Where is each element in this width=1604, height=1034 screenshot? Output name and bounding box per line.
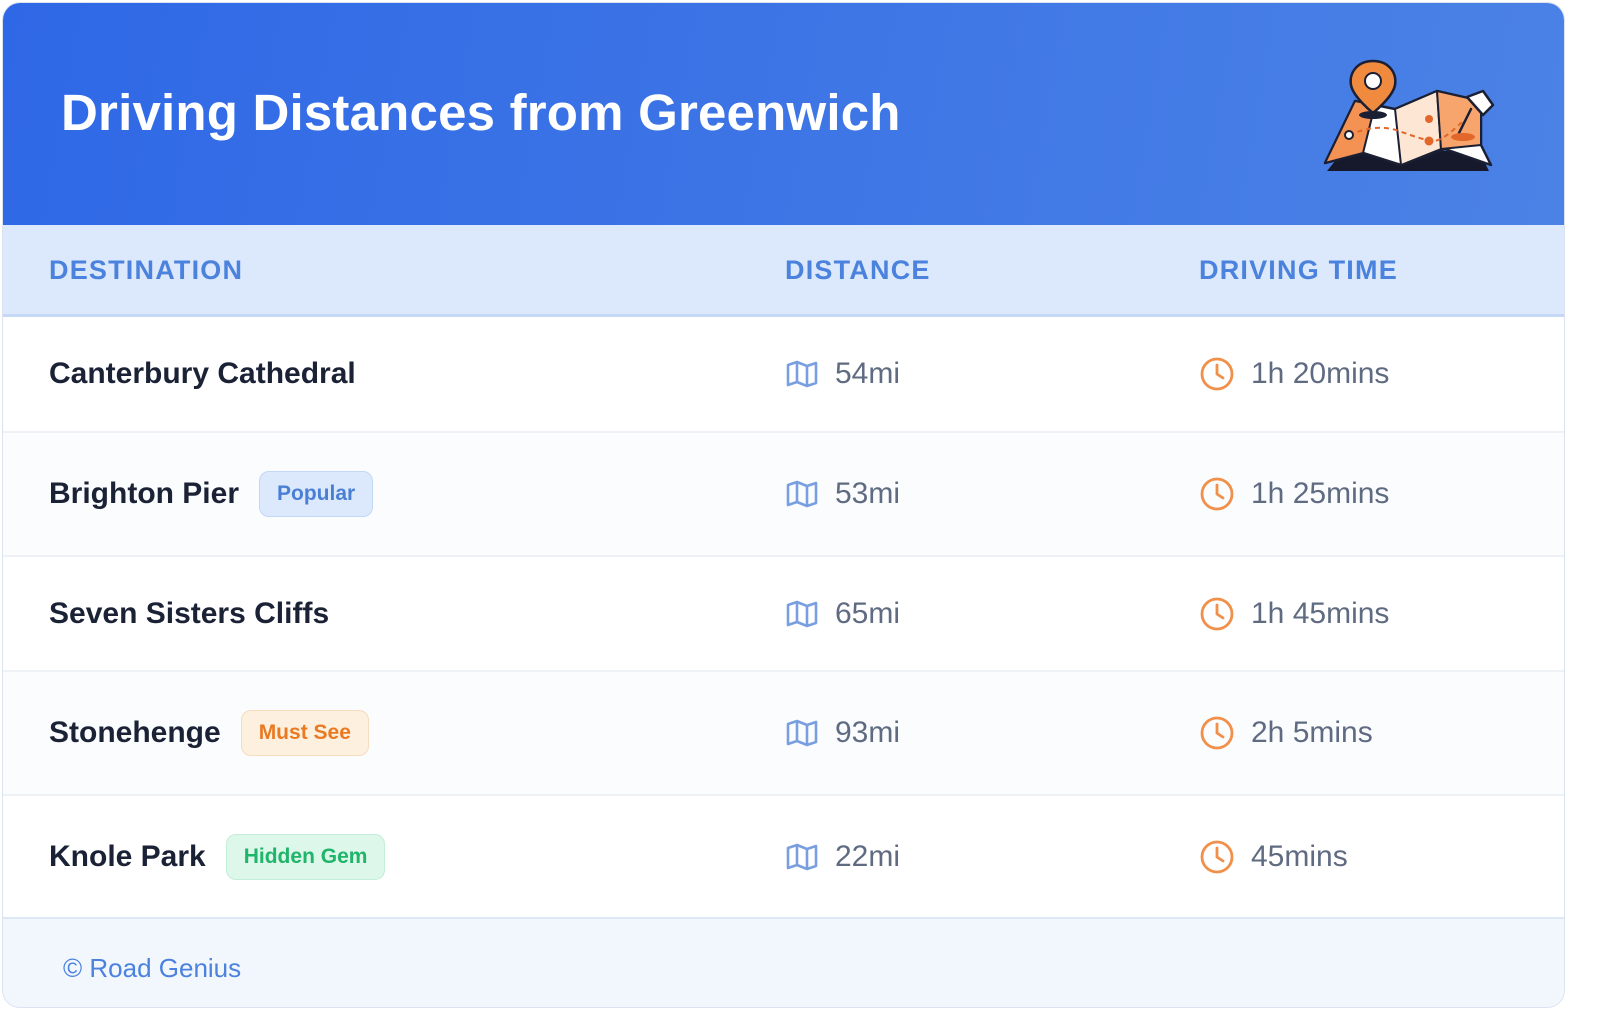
distance-value: 22mi bbox=[835, 839, 901, 873]
destination-name: Knole Park bbox=[49, 839, 206, 873]
map-icon bbox=[785, 479, 819, 509]
table-row: Canterbury Cathedral 54mi 1h 20mins bbox=[3, 317, 1564, 433]
time-value: 1h 45mins bbox=[1251, 596, 1390, 630]
time-value: 1h 25mins bbox=[1251, 477, 1390, 510]
map-icon bbox=[785, 842, 819, 872]
distance-cell: 54mi bbox=[785, 317, 900, 431]
copyright-text: © Road Genius bbox=[63, 953, 242, 983]
distance-cell: 53mi bbox=[785, 433, 900, 555]
destination-name: Stonehenge bbox=[49, 716, 221, 749]
table-row: Knole Park Hidden Gem 22mi 45mins bbox=[3, 796, 1564, 917]
table-row: Stonehenge Must See 93mi 2h 5mins bbox=[3, 672, 1564, 796]
destination-cell: Canterbury Cathedral bbox=[49, 317, 356, 431]
time-value: 2h 5mins bbox=[1251, 716, 1373, 749]
destination-cell: Stonehenge Must See bbox=[49, 672, 369, 794]
time-cell: 2h 5mins bbox=[1199, 672, 1373, 794]
popular-badge: Popular bbox=[259, 471, 374, 517]
table-header: DESTINATION DISTANCE DRIVING TIME bbox=[3, 225, 1564, 317]
destination-cell: Brighton Pier Popular bbox=[49, 433, 374, 555]
distance-value: 54mi bbox=[835, 357, 901, 390]
clock-icon bbox=[1199, 356, 1235, 392]
table-body: Canterbury Cathedral 54mi 1h 20mins Brig… bbox=[3, 317, 1564, 917]
column-header-distance: DISTANCE bbox=[785, 255, 931, 285]
map-icon bbox=[785, 718, 819, 748]
distance-cell: 93mi bbox=[785, 672, 900, 794]
time-cell: 1h 20mins bbox=[1199, 317, 1389, 431]
table-row: Seven Sisters Cliffs 65mi 1h 45mins bbox=[3, 557, 1564, 672]
time-cell: 45mins bbox=[1199, 796, 1348, 917]
clock-icon bbox=[1199, 596, 1235, 632]
distance-card: Driving Distances from Greenwich DESTINA… bbox=[2, 2, 1565, 1008]
time-value: 1h 20mins bbox=[1251, 357, 1390, 390]
destination-cell: Knole Park Hidden Gem bbox=[49, 796, 386, 917]
clock-icon bbox=[1199, 839, 1235, 875]
clock-icon bbox=[1199, 476, 1235, 512]
time-cell: 1h 25mins bbox=[1199, 433, 1389, 555]
map-icon bbox=[785, 599, 819, 629]
distance-cell: 65mi bbox=[785, 557, 900, 670]
hidden-gem-badge: Hidden Gem bbox=[225, 833, 386, 880]
map-icon bbox=[785, 359, 819, 389]
time-cell: 1h 45mins bbox=[1199, 557, 1389, 670]
card-footer: © Road Genius bbox=[3, 917, 1564, 1007]
distance-value: 93mi bbox=[835, 716, 901, 749]
distance-value: 65mi bbox=[835, 596, 901, 630]
card-header: Driving Distances from Greenwich bbox=[3, 3, 1564, 225]
page-title: Driving Distances from Greenwich bbox=[61, 84, 901, 141]
destination-cell: Seven Sisters Cliffs bbox=[49, 557, 329, 670]
column-header-destination: DESTINATION bbox=[49, 255, 244, 285]
must-see-badge: Must See bbox=[240, 710, 369, 756]
destination-name: Brighton Pier bbox=[49, 477, 240, 510]
table-row: Brighton Pier Popular 53mi 1h 25mins bbox=[3, 433, 1564, 557]
distance-cell: 22mi bbox=[785, 796, 900, 917]
destination-name: Seven Sisters Cliffs bbox=[49, 596, 330, 630]
distance-value: 53mi bbox=[835, 477, 901, 510]
destination-name: Canterbury Cathedral bbox=[49, 357, 356, 390]
clock-icon bbox=[1199, 715, 1235, 751]
column-header-driving-time: DRIVING TIME bbox=[1199, 255, 1398, 285]
time-value: 45mins bbox=[1251, 839, 1348, 873]
map-with-pins-icon bbox=[1313, 53, 1503, 183]
